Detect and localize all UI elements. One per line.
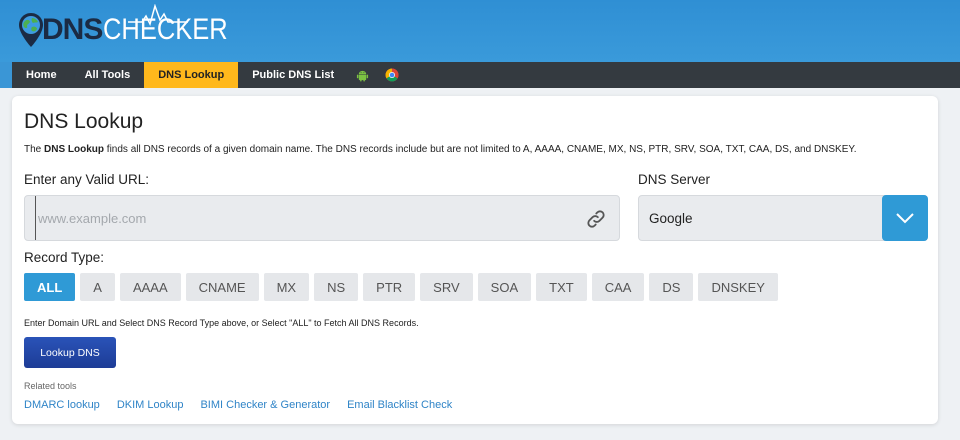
record-type-mx[interactable]: MX <box>263 273 310 301</box>
url-label: Enter any Valid URL: <box>24 172 150 187</box>
site-header: DNS CHECKER <box>0 0 960 62</box>
record-type-all[interactable]: ALL <box>24 273 76 301</box>
related-tools-links: DMARC lookup DKIM Lookup BIMI Checker & … <box>24 399 452 411</box>
dns-server-value: Google <box>649 211 693 226</box>
globe-pin-icon <box>19 13 43 47</box>
record-type-srv[interactable]: SRV <box>420 273 473 301</box>
record-type-ds[interactable]: DS <box>649 273 694 301</box>
nav-dns-lookup[interactable]: DNS Lookup <box>144 62 239 88</box>
url-input-container <box>24 195 620 241</box>
record-type-ptr[interactable]: PTR <box>363 273 416 301</box>
dns-server-select[interactable]: Google <box>638 195 928 241</box>
android-icon <box>357 70 369 82</box>
record-type-caa[interactable]: CAA <box>591 273 645 301</box>
tool-description: The DNS Lookup finds all DNS records of … <box>24 144 924 155</box>
record-type-dnskey[interactable]: DNSKEY <box>698 273 778 301</box>
nav-all-tools[interactable]: All Tools <box>71 62 145 88</box>
related-tools-label: Related tools <box>24 381 77 391</box>
url-input[interactable] <box>35 196 575 240</box>
related-link-dkim[interactable]: DKIM Lookup <box>117 399 184 411</box>
chevron-down-icon <box>896 213 914 224</box>
record-type-soa[interactable]: SOA <box>477 273 532 301</box>
main-nav: Home All Tools DNS Lookup Public DNS Lis… <box>12 62 960 88</box>
nav-chrome-extension[interactable] <box>377 62 407 88</box>
description-suffix: finds all DNS records of a given domain … <box>104 144 857 155</box>
record-type-cname[interactable]: CNAME <box>185 273 259 301</box>
dns-server-dropdown-button[interactable] <box>882 195 928 241</box>
link-icon[interactable] <box>585 208 607 230</box>
nav-public-dns-list[interactable]: Public DNS List <box>238 62 348 88</box>
record-type-a[interactable]: A <box>80 273 115 301</box>
chrome-icon <box>385 68 399 82</box>
related-link-blacklist[interactable]: Email Blacklist Check <box>347 399 452 411</box>
dns-server-label: DNS Server <box>638 172 711 187</box>
description-bold: DNS Lookup <box>44 144 105 155</box>
page-title: DNS Lookup <box>24 110 144 133</box>
record-type-group: ALL A AAAA CNAME MX NS PTR SRV SOA TXT C… <box>24 273 778 301</box>
record-type-aaaa[interactable]: AAAA <box>119 273 181 301</box>
helper-text: Enter Domain URL and Select DNS Record T… <box>24 318 419 328</box>
related-link-dmarc[interactable]: DMARC lookup <box>24 399 100 411</box>
pulse-line-icon <box>128 4 188 26</box>
nav-android-app[interactable] <box>348 62 377 88</box>
dnschecker-logo[interactable]: DNS CHECKER <box>18 4 250 50</box>
nav-home[interactable]: Home <box>12 62 71 88</box>
description-prefix: The <box>24 144 45 155</box>
related-link-bimi[interactable]: BIMI Checker & Generator <box>200 399 330 411</box>
record-type-label: Record Type: <box>24 250 105 265</box>
record-type-txt[interactable]: TXT <box>536 273 587 301</box>
lookup-dns-button[interactable]: Lookup DNS <box>24 337 116 368</box>
dns-lookup-card: DNS Lookup The DNS Lookup finds all DNS … <box>12 96 938 424</box>
record-type-ns[interactable]: NS <box>314 273 359 301</box>
logo-dns-text: DNS <box>42 13 103 46</box>
